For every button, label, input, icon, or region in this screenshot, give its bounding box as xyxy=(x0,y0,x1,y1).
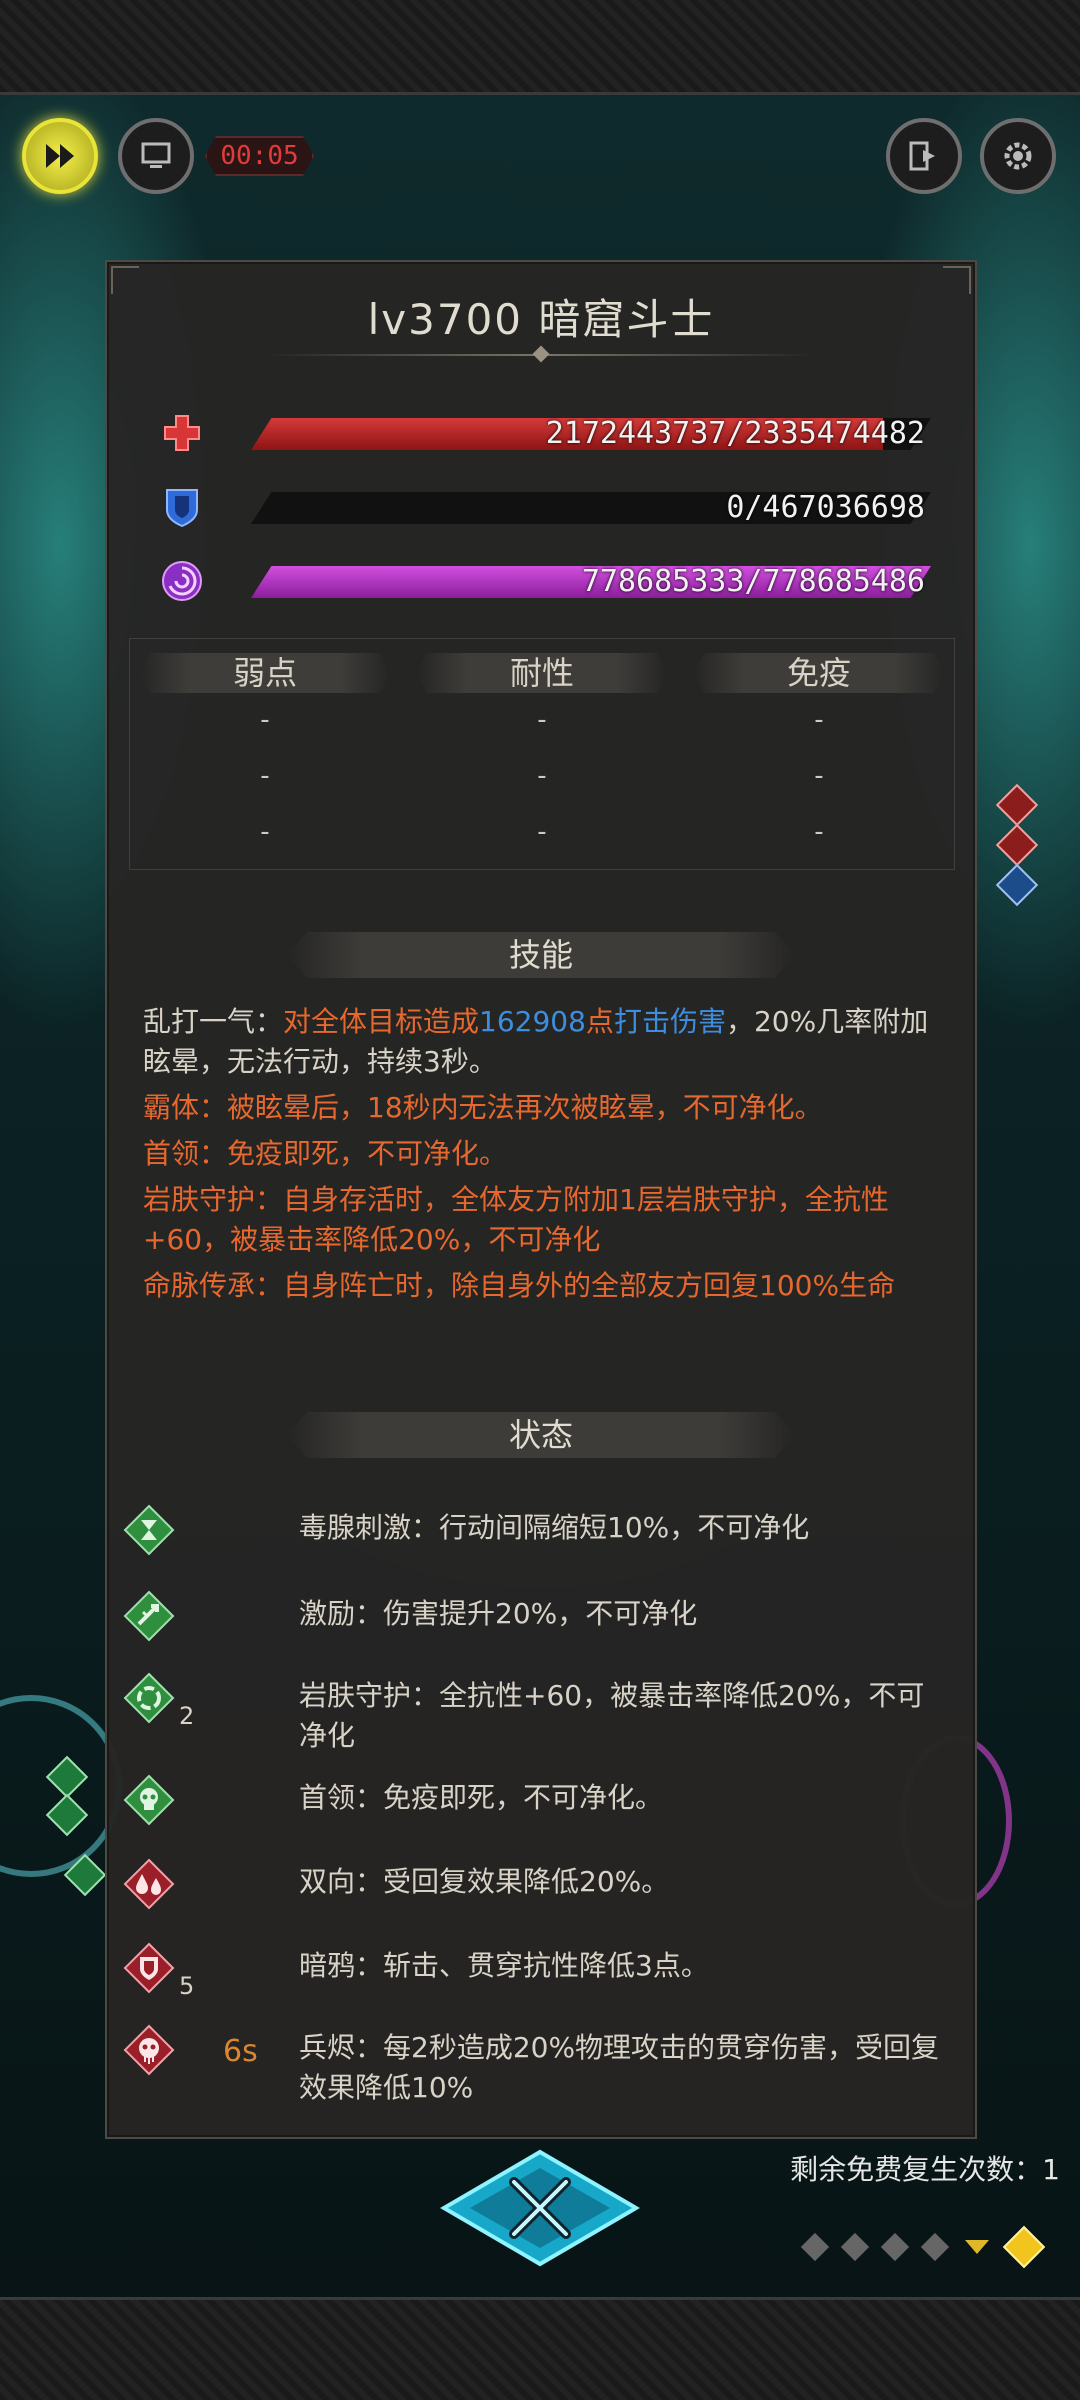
shield-value: 0/467036698 xyxy=(726,490,925,525)
skill-entry: 岩肤守护：自身存活时，全体友方附加1层岩肤守护，全抗性+60，被暴击率降低20%… xyxy=(143,1183,889,1256)
shield-icon xyxy=(166,489,198,528)
skill-entry: 首领：免疫即死，不可净化。 xyxy=(143,1137,508,1170)
page-dot-active[interactable] xyxy=(1002,2225,1046,2269)
gear-icon xyxy=(1004,142,1032,170)
battle-timer: 00:05 xyxy=(205,136,314,176)
free-revive-count: 剩余免费复生次数：1 xyxy=(790,2153,1060,2186)
sword-up-icon xyxy=(123,1590,175,1642)
fast-forward-button[interactable] xyxy=(22,118,98,194)
status-section-header: 状态 xyxy=(287,1412,795,1458)
energy-bar: 778685333/778685486 xyxy=(159,558,939,604)
broken-shield-icon xyxy=(123,1942,175,1994)
skill-entry: 命脉传承：自身阵亡时，除自身外的全部友方回复100%生命 xyxy=(143,1269,896,1302)
bleeding-skull-icon xyxy=(123,2024,175,2076)
immunity-cell: - xyxy=(814,761,824,791)
hp-value: 2172443737/2335474482 xyxy=(545,416,925,451)
stone-skin-icon xyxy=(123,1672,175,1724)
page-dot[interactable] xyxy=(920,2232,950,2262)
health-cross-icon xyxy=(164,415,200,451)
enemy-title: lv3700 暗窟斗士 xyxy=(367,295,715,344)
auto-battle-button[interactable] xyxy=(118,118,194,194)
skill-entry: 霸体：被眩晕后，18秒内无法再次被眩晕，不可净化。 xyxy=(143,1091,823,1124)
immunity-header: 免疫 xyxy=(694,653,944,693)
hp-bar: 2172443737/2335474482 xyxy=(159,410,939,456)
energy-value: 778685333/778685486 xyxy=(581,564,925,599)
page-dot[interactable] xyxy=(840,2232,870,2262)
exit-icon xyxy=(909,141,935,171)
status-timer: 6s xyxy=(223,2034,258,2069)
hourglass-icon xyxy=(123,1504,175,1556)
weakness-header: 弱点 xyxy=(140,653,390,693)
immunity-cell: - xyxy=(814,817,824,847)
enemy-detail-panel: lv3700 暗窟斗士 2172443737/2335474482 0/4670… xyxy=(105,260,977,2139)
bottom-frame xyxy=(0,2297,1080,2400)
top-frame xyxy=(0,0,1080,95)
shield-bar: 0/467036698 xyxy=(159,484,939,530)
skills-list: 乱打一气：对全体目标造成162908点打击伤害，20%几率附加眩晕，无法行动，持… xyxy=(143,1002,953,1312)
immunity-cell: - xyxy=(814,705,824,735)
page-dot[interactable] xyxy=(800,2232,830,2262)
double-drop-icon xyxy=(123,1858,175,1910)
fast-forward-icon xyxy=(46,144,74,168)
monitor-icon xyxy=(141,142,171,168)
close-panel-button[interactable] xyxy=(440,2148,640,2268)
current-page-marker xyxy=(965,2240,989,2254)
skull-icon xyxy=(123,1774,175,1826)
exit-battle-button[interactable] xyxy=(886,118,962,194)
settings-button[interactable] xyxy=(980,118,1056,194)
resistance-cell: - xyxy=(537,817,547,847)
resistance-table: 弱点 耐性 免疫 - - - - - - - - - xyxy=(129,638,955,870)
skill-entry: 乱打一气：对全体目标造成162908点打击伤害，20%几率附加眩晕，无法行动，持… xyxy=(143,1005,929,1078)
skills-section-header: 技能 xyxy=(287,932,795,978)
resistance-cell: - xyxy=(537,705,547,735)
weakness-cell: - xyxy=(260,761,270,791)
page-dot[interactable] xyxy=(880,2232,910,2262)
page-indicator xyxy=(800,2225,1046,2269)
resistance-cell: - xyxy=(537,761,547,791)
spiral-energy-icon xyxy=(162,561,202,601)
weakness-cell: - xyxy=(260,817,270,847)
resistance-header: 耐性 xyxy=(417,653,667,693)
weakness-cell: - xyxy=(260,705,270,735)
